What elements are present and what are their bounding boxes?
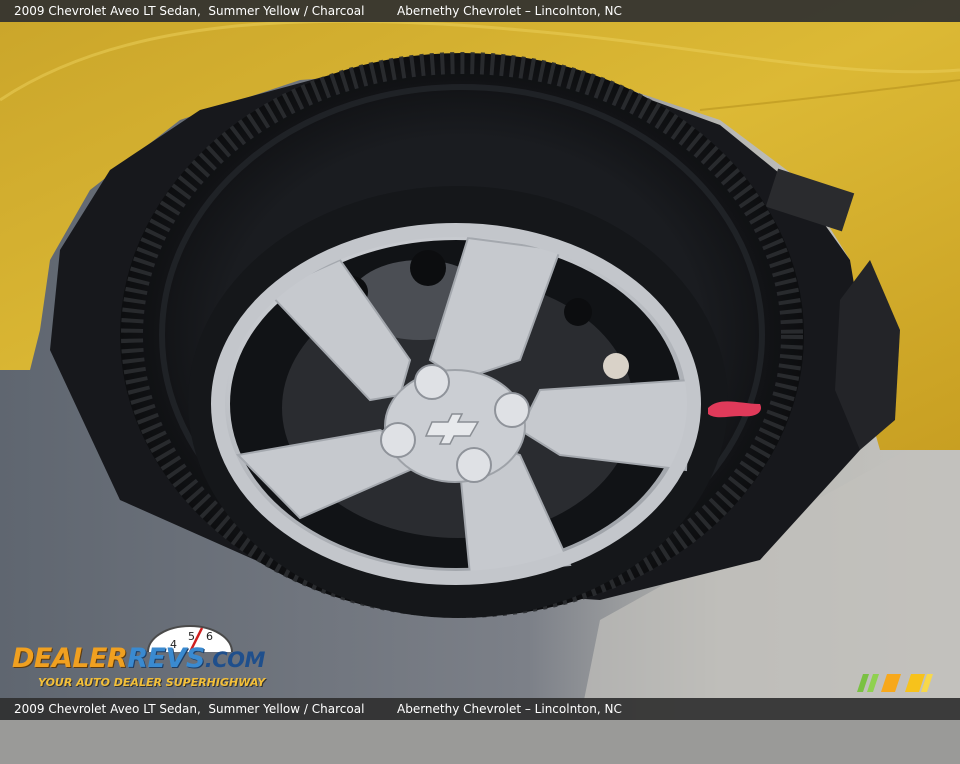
mm-logo-icon (857, 674, 933, 692)
car-wheel-photo (0, 0, 960, 720)
caption-bar-bottom: 2009 Chevrolet Aveo LT Sedan, Summer Yel… (0, 698, 960, 720)
vehicle-caption: 2009 Chevrolet Aveo LT Sedan, Summer Yel… (14, 4, 365, 18)
logo-word-revs: REVS (127, 643, 205, 674)
logo-word-com: .COM (204, 648, 266, 672)
caption-bar-top: 2009 Chevrolet Aveo LT Sedan, Summer Yel… (0, 0, 960, 22)
vehicle-caption: 2009 Chevrolet Aveo LT Sedan, Summer Yel… (14, 702, 365, 716)
dealer-caption: Abernethy Chevrolet – Lincolnton, NC (397, 702, 622, 716)
dealerrevs-logo: 4 5 6 DEALERREVS.COM YOUR AUTO DEALER SU… (12, 622, 266, 694)
logo-wordmark: DEALERREVS.COM (12, 642, 265, 677)
dealer-caption: Abernethy Chevrolet – Lincolnton, NC (397, 4, 622, 18)
logo-tagline: YOUR AUTO DEALER SUPERHIGHWAY (38, 676, 266, 689)
logo-word-dealer: DEALER (12, 643, 128, 674)
